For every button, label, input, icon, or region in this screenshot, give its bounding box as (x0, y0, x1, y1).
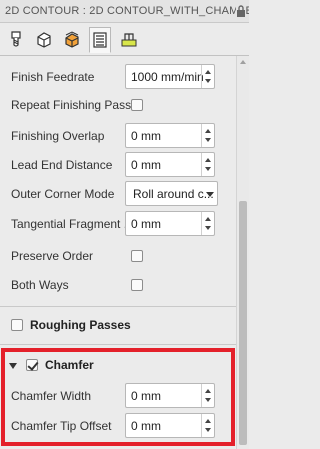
lead-end-distance-value[interactable]: 0 mm (131, 158, 161, 172)
finishing-overlap-row: Finishing Overlap 0 mm (0, 122, 236, 150)
section-divider (0, 344, 236, 345)
tab-tool[interactable] (5, 27, 27, 51)
scrollbar-thumb[interactable] (239, 201, 247, 445)
finishing-overlap-field[interactable]: 0 mm (125, 123, 215, 148)
scroll-up-icon[interactable] (240, 60, 246, 64)
lead-end-distance-stepper[interactable] (201, 153, 214, 176)
chevron-down-icon[interactable] (206, 192, 214, 197)
roughing-passes-header[interactable]: Roughing Passes (0, 311, 236, 339)
outer-corner-mode-select[interactable]: Roll around c... (125, 181, 218, 206)
finishing-overlap-value[interactable]: 0 mm (131, 129, 161, 143)
tab-passes[interactable] (89, 27, 111, 53)
tangential-fragment-value[interactable]: 0 mm (131, 217, 161, 231)
tab-linking[interactable] (118, 27, 140, 51)
tool-icon (11, 31, 21, 47)
tangential-fragment-row: Tangential Fragment ... 0 mm (0, 210, 236, 238)
tangential-fragment-label: Tangential Fragment ... (11, 217, 134, 231)
lead-end-distance-label: Lead End Distance (11, 158, 113, 172)
finishing-overlap-stepper[interactable] (201, 124, 214, 147)
finish-feedrate-row: Finish Feedrate 1000 mm/min (0, 63, 236, 91)
roughing-passes-checkbox[interactable] (11, 319, 23, 331)
outer-corner-mode-value[interactable]: Roll around c... (133, 187, 214, 201)
preserve-order-row: Preserve Order (0, 242, 236, 270)
finish-feedrate-label: Finish Feedrate (11, 70, 95, 84)
dialog-title: 2D CONTOUR : 2D CONTOUR_WITH_CHAMFER (5, 5, 249, 17)
repeat-finishing-pass-label: Repeat Finishing Pass (11, 98, 132, 112)
outer-corner-mode-row: Outer Corner Mode Roll around c... (0, 180, 236, 208)
chamfer-highlight-box (1, 348, 235, 446)
repeat-finishing-pass-row: Repeat Finishing Pass (0, 91, 236, 119)
preserve-order-checkbox[interactable] (131, 250, 143, 262)
linking-icon (121, 33, 137, 47)
tab-heights[interactable] (61, 27, 83, 51)
lead-end-distance-row: Lead End Distance 0 mm (0, 151, 236, 179)
geometry-icon (37, 32, 51, 48)
tangential-fragment-field[interactable]: 0 mm (125, 211, 215, 236)
section-divider (0, 306, 236, 307)
both-ways-row: Both Ways (0, 271, 236, 299)
both-ways-label: Both Ways (11, 278, 69, 292)
heights-icon (65, 31, 79, 48)
pin-icon[interactable] (236, 4, 246, 18)
repeat-finishing-pass-checkbox[interactable] (131, 99, 143, 111)
preserve-order-label: Preserve Order (11, 249, 94, 263)
finish-feedrate-stepper[interactable] (201, 65, 214, 88)
tangential-fragment-stepper[interactable] (201, 212, 214, 235)
passes-icon (93, 32, 107, 48)
vertical-scrollbar[interactable] (236, 56, 249, 449)
roughing-passes-title: Roughing Passes (30, 318, 131, 332)
dialog-title-bar: 2D CONTOUR : 2D CONTOUR_WITH_CHAMFER (0, 0, 249, 23)
both-ways-checkbox[interactable] (131, 279, 143, 291)
finishing-overlap-label: Finishing Overlap (11, 129, 105, 143)
tab-geometry[interactable] (33, 27, 55, 51)
outer-corner-mode-label: Outer Corner Mode (11, 187, 115, 201)
lead-end-distance-field[interactable]: 0 mm (125, 152, 215, 177)
finish-feedrate-field[interactable]: 1000 mm/min (125, 64, 215, 89)
finish-feedrate-value[interactable]: 1000 mm/min (131, 70, 204, 84)
operation-tabs (0, 23, 249, 56)
